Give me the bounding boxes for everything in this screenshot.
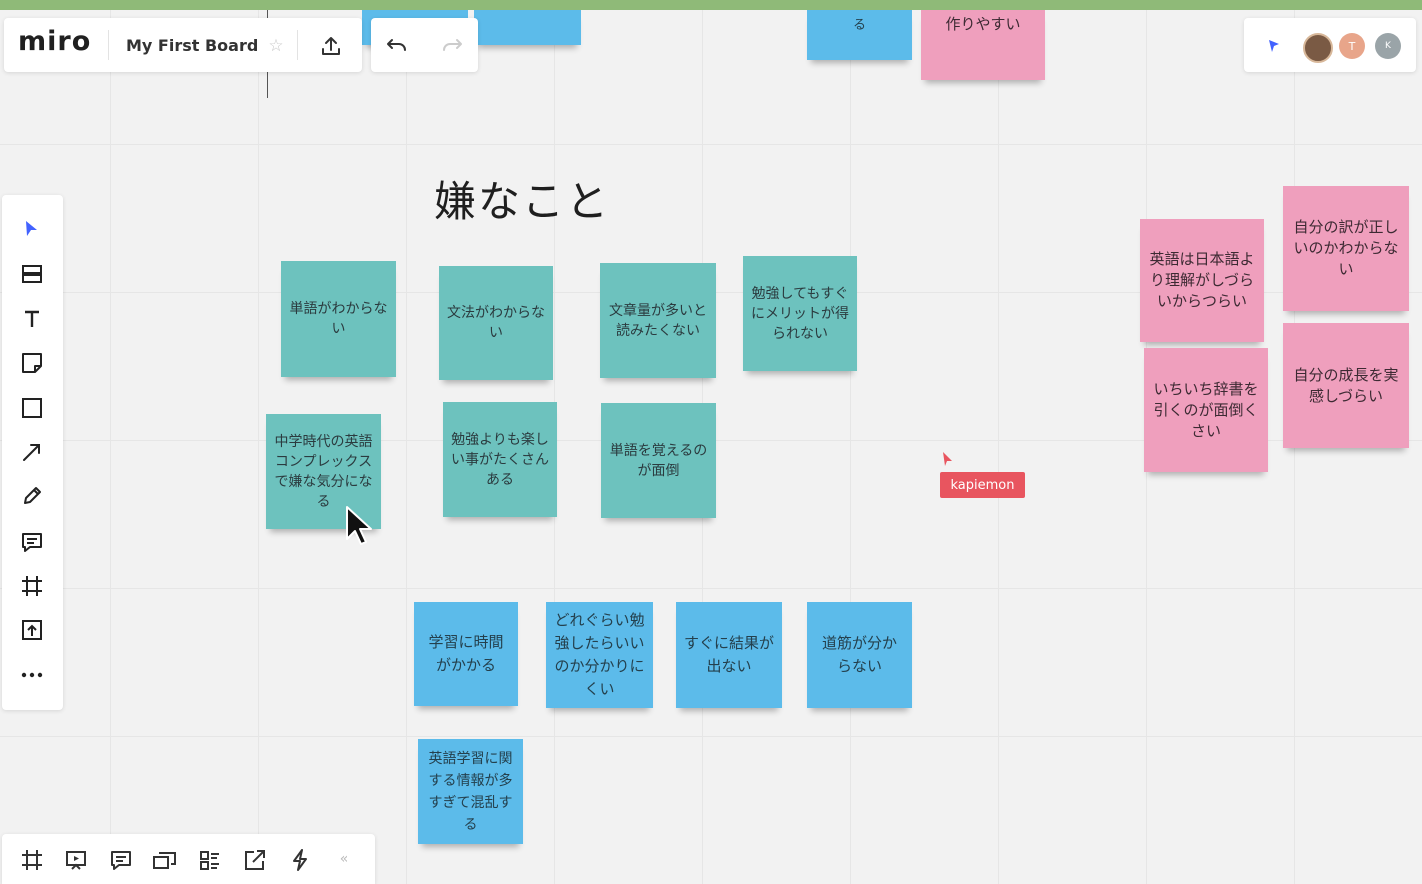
header-divider bbox=[297, 30, 298, 60]
sticky-note[interactable]: 学習に時間がかかる bbox=[414, 602, 518, 706]
video-chat-icon[interactable] bbox=[152, 847, 178, 873]
header-divider bbox=[108, 30, 109, 60]
sticky-note-partial[interactable]: る bbox=[807, 10, 912, 60]
text-icon[interactable] bbox=[10, 301, 54, 337]
sticky-note[interactable]: 勉強してもすぐにメリットが得られない bbox=[743, 256, 857, 371]
comment-icon[interactable] bbox=[10, 524, 54, 560]
select-icon[interactable] bbox=[10, 211, 54, 247]
sticky-note[interactable]: 単語がわからない bbox=[281, 261, 396, 377]
sticky-note[interactable]: 文章量が多いと読みたくない bbox=[600, 263, 716, 378]
sticky-note[interactable]: すぐに結果が出ない bbox=[676, 602, 782, 708]
activity-icon[interactable] bbox=[287, 847, 313, 873]
sticky-note[interactable]: 文法がわからない bbox=[439, 266, 553, 380]
collaborator-cursor-label: kapiemon bbox=[940, 472, 1025, 498]
collapse-icon[interactable]: « bbox=[334, 849, 354, 869]
sticky-note[interactable]: 勉強よりも楽しい事がたくさんある bbox=[443, 402, 557, 517]
sticky-note[interactable]: 英語学習に関する情報が多すぎて混乱する bbox=[418, 739, 523, 844]
board-title[interactable]: My First Board bbox=[126, 36, 258, 55]
redo-icon[interactable] bbox=[439, 34, 465, 58]
sticky-note-partial[interactable] bbox=[474, 10, 581, 45]
presentation-icon[interactable] bbox=[63, 847, 89, 873]
sticky-note[interactable]: 単語を覚えるのが面倒 bbox=[601, 403, 716, 518]
share-screen-icon[interactable] bbox=[242, 847, 268, 873]
share-upload-icon[interactable] bbox=[318, 33, 344, 59]
avatar[interactable]: K bbox=[1375, 33, 1401, 59]
sticky-note[interactable]: どれぐらい勉強したらいいのか分かりにくい bbox=[546, 602, 653, 708]
undo-icon[interactable] bbox=[384, 34, 410, 58]
bottom-toolbar bbox=[2, 834, 375, 884]
shape-icon[interactable] bbox=[10, 390, 54, 426]
comments-icon[interactable] bbox=[108, 847, 134, 873]
collaborator-cursor-icon bbox=[941, 450, 955, 468]
section-heading[interactable]: 嫌なこと bbox=[434, 168, 610, 229]
templates-icon[interactable] bbox=[10, 256, 54, 292]
frames-icon[interactable] bbox=[19, 847, 45, 873]
sticky-note[interactable]: 道筋が分からない bbox=[807, 602, 912, 708]
arrow-icon[interactable] bbox=[10, 434, 54, 470]
sticky-note[interactable]: 英語は日本語より理解がしづらいからつらい bbox=[1140, 219, 1264, 342]
sticky-note[interactable]: 自分の成長を実感しづらい bbox=[1283, 323, 1409, 448]
card-icon[interactable] bbox=[197, 847, 223, 873]
avatar[interactable]: T bbox=[1339, 33, 1365, 59]
flag-pointer-icon[interactable] bbox=[1263, 35, 1285, 57]
more-icon[interactable] bbox=[10, 657, 54, 693]
sticky-note-partial[interactable]: 作りやすい bbox=[921, 10, 1045, 80]
pen-icon[interactable] bbox=[10, 478, 54, 514]
miro-logo[interactable]: miro bbox=[18, 26, 91, 57]
sticky-note[interactable]: いちいち辞書を引くのが面倒くさい bbox=[1144, 348, 1268, 472]
upload-icon[interactable] bbox=[10, 612, 54, 648]
star-icon[interactable]: ☆ bbox=[266, 36, 286, 56]
avatar[interactable] bbox=[1303, 33, 1333, 63]
sticky-note-icon[interactable] bbox=[10, 345, 54, 381]
sticky-note[interactable]: 自分の訳が正しいのかわからない bbox=[1283, 186, 1409, 311]
top-strip bbox=[0, 0, 1422, 10]
frame-icon[interactable] bbox=[10, 568, 54, 604]
mouse-cursor-icon bbox=[343, 504, 373, 548]
